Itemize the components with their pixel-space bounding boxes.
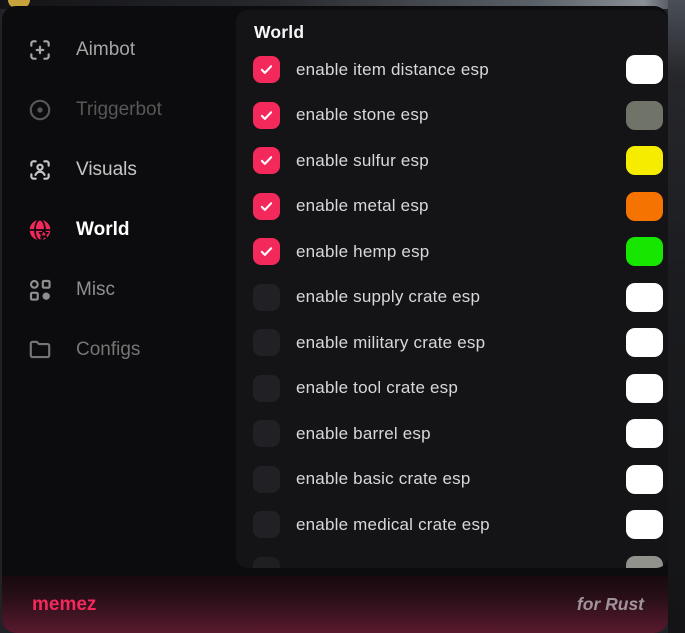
esp-option-row: enable tool crate esp xyxy=(236,366,668,412)
esp-color-swatch[interactable] xyxy=(626,556,663,568)
brand-tagline: for Rust xyxy=(577,594,644,615)
esp-color-swatch[interactable] xyxy=(626,328,663,357)
esp-option-label: enable tool crate esp xyxy=(296,378,626,398)
esp-option-label: enable metal esp xyxy=(296,196,626,216)
esp-option-row: enable basic crate esp xyxy=(236,457,668,503)
esp-checkbox[interactable] xyxy=(253,420,280,447)
esp-color-swatch[interactable] xyxy=(626,55,663,84)
sidebar-item-label: Configs xyxy=(76,339,140,361)
esp-option-row: enable barrel esp xyxy=(236,411,668,457)
sidebar-item-label: Misc xyxy=(76,279,115,301)
esp-color-swatch[interactable] xyxy=(626,237,663,266)
sidebar-item-label: Visuals xyxy=(76,159,137,181)
esp-option-label: enable supply crate esp xyxy=(296,287,626,307)
esp-option-row: enable sulfur esp xyxy=(236,138,668,184)
brand-name: memez xyxy=(32,594,96,616)
esp-checkbox[interactable] xyxy=(253,466,280,493)
esp-checkbox[interactable] xyxy=(253,511,280,538)
checkmark-icon xyxy=(258,198,275,215)
sidebar-item-visuals[interactable]: Visuals xyxy=(2,140,236,200)
checkmark-icon xyxy=(258,243,275,260)
aimbot-icon xyxy=(27,37,53,63)
checkmark-icon xyxy=(258,152,275,169)
sidebar-item-label: World xyxy=(76,219,129,241)
esp-option-label: enable basic crate esp xyxy=(296,469,626,489)
cheat-menu-window: Aimbot Triggerbot Visuals World Misc Con… xyxy=(2,6,668,633)
sidebar-item-aimbot[interactable]: Aimbot xyxy=(2,20,236,80)
footer: memez for Rust xyxy=(2,576,668,633)
esp-options-list: enable item distance esp enable stone es… xyxy=(236,47,668,568)
esp-color-swatch[interactable] xyxy=(626,101,663,130)
esp-color-swatch[interactable] xyxy=(626,510,663,539)
world-icon xyxy=(27,217,53,243)
esp-option-label: enable medical crate esp xyxy=(296,515,626,535)
panel-title: World xyxy=(236,22,668,43)
esp-option-label: enable military crate esp xyxy=(296,333,626,353)
sidebar-item-configs[interactable]: Configs xyxy=(2,320,236,380)
esp-checkbox[interactable] xyxy=(253,193,280,220)
world-panel: World enable item distance esp enable st… xyxy=(236,10,668,568)
esp-checkbox[interactable] xyxy=(253,329,280,356)
esp-color-swatch[interactable] xyxy=(626,374,663,403)
esp-option-label: enable barrel esp xyxy=(296,424,626,444)
esp-option-row xyxy=(236,548,668,569)
sidebar-item-label: Aimbot xyxy=(76,39,135,61)
visuals-icon xyxy=(27,157,53,183)
esp-color-swatch[interactable] xyxy=(626,146,663,175)
esp-option-label: enable stone esp xyxy=(296,105,626,125)
misc-icon xyxy=(27,277,53,303)
esp-option-label: enable item distance esp xyxy=(296,60,626,80)
esp-color-swatch[interactable] xyxy=(626,192,663,221)
sidebar-item-triggerbot[interactable]: Triggerbot xyxy=(2,80,236,140)
checkmark-icon xyxy=(258,61,275,78)
sidebar-item-world[interactable]: World xyxy=(2,200,236,260)
esp-checkbox[interactable] xyxy=(253,375,280,402)
esp-color-swatch[interactable] xyxy=(626,465,663,494)
esp-option-row: enable supply crate esp xyxy=(236,275,668,321)
background-right-strip xyxy=(668,0,685,633)
esp-option-row: enable item distance esp xyxy=(236,47,668,93)
esp-checkbox[interactable] xyxy=(253,102,280,129)
esp-checkbox[interactable] xyxy=(253,557,280,568)
triggerbot-icon xyxy=(27,97,53,123)
sidebar-item-label: Triggerbot xyxy=(76,99,162,121)
esp-option-row: enable military crate esp xyxy=(236,320,668,366)
esp-option-row: enable metal esp xyxy=(236,184,668,230)
esp-checkbox[interactable] xyxy=(253,284,280,311)
esp-option-label: enable sulfur esp xyxy=(296,151,626,171)
configs-icon xyxy=(27,337,53,363)
checkmark-icon xyxy=(258,107,275,124)
esp-checkbox[interactable] xyxy=(253,238,280,265)
sidebar: Aimbot Triggerbot Visuals World Misc Con… xyxy=(2,20,236,380)
esp-option-row: enable stone esp xyxy=(236,93,668,139)
esp-checkbox[interactable] xyxy=(253,147,280,174)
esp-color-swatch[interactable] xyxy=(626,283,663,312)
esp-option-label: enable hemp esp xyxy=(296,242,626,262)
sidebar-item-misc[interactable]: Misc xyxy=(2,260,236,320)
esp-option-row: enable hemp esp xyxy=(236,229,668,275)
esp-checkbox[interactable] xyxy=(253,56,280,83)
esp-color-swatch[interactable] xyxy=(626,419,663,448)
esp-option-row: enable medical crate esp xyxy=(236,502,668,548)
